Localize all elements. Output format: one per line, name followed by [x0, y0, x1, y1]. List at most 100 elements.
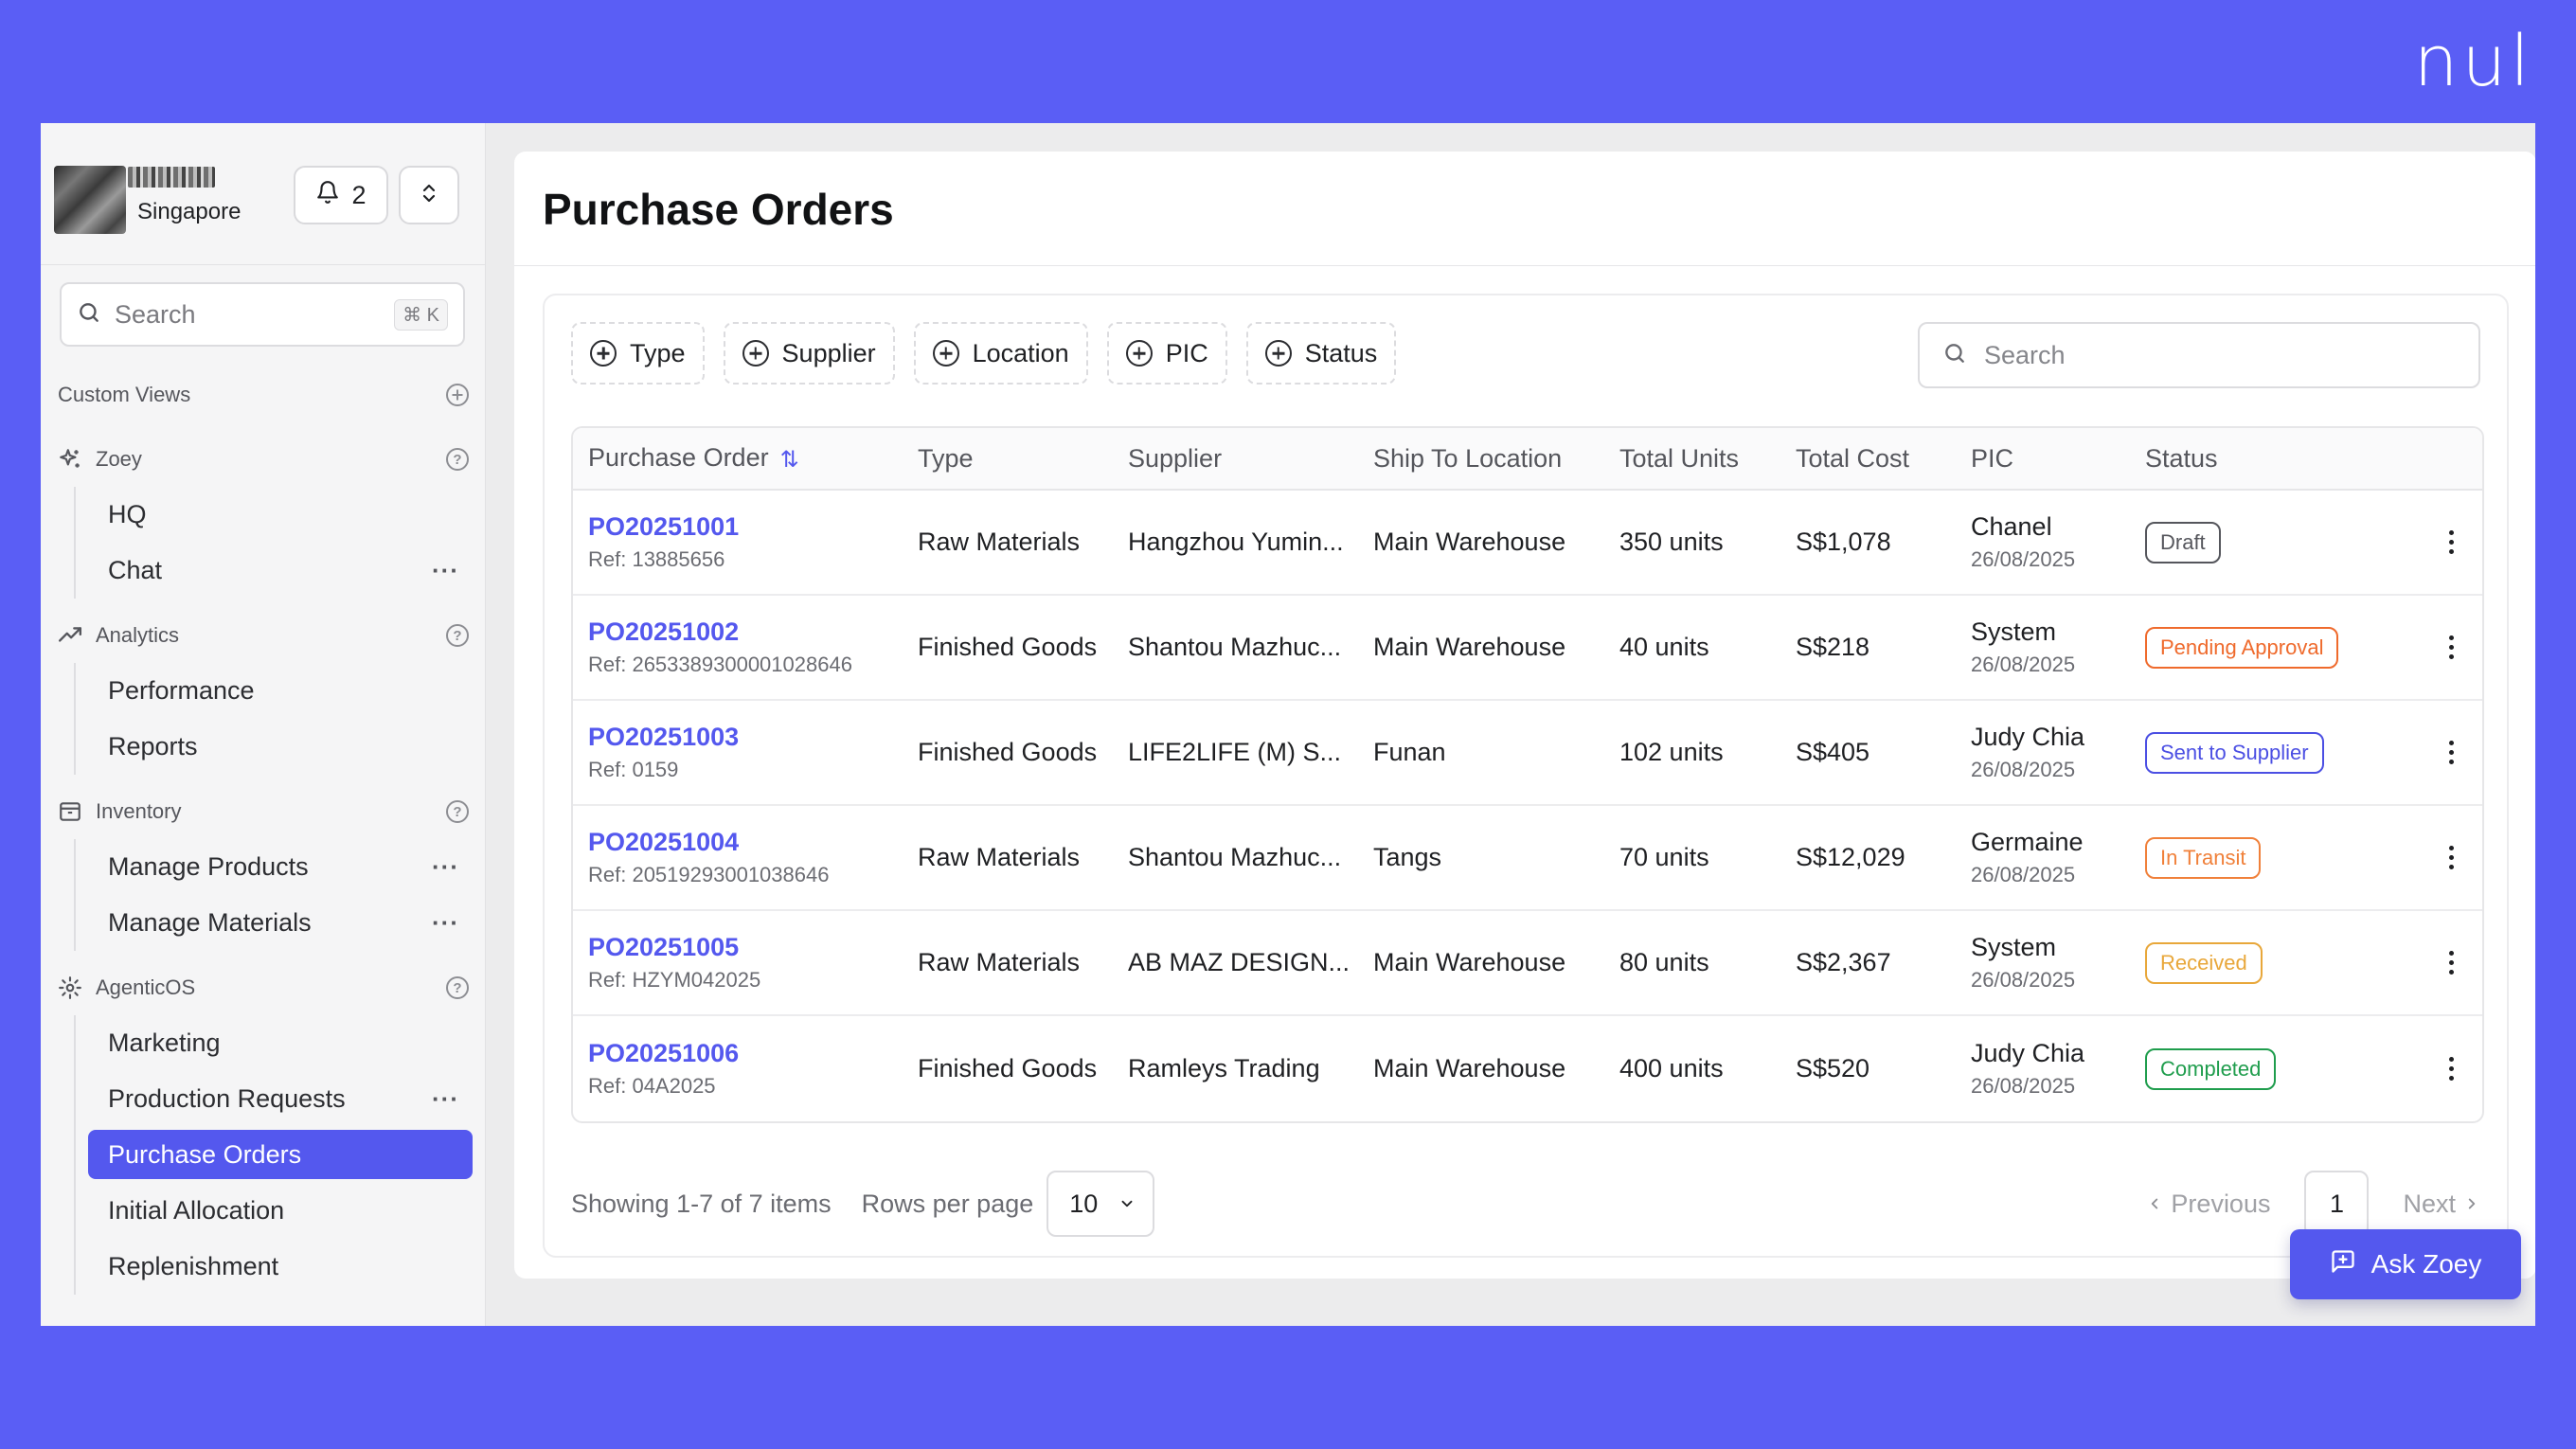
po-ref: Ref: 2653389300001028646	[588, 653, 852, 676]
ask-zoey-button[interactable]: Ask Zoey	[2290, 1229, 2521, 1299]
sidebar-item-label: Reports	[108, 732, 198, 760]
po-pic: Judy Chia	[1971, 1039, 2085, 1067]
table-row[interactable]: PO20251003 Ref: 0159 Finished Goods LIFE2…	[573, 701, 2482, 806]
previous-page-button[interactable]: Previous	[2146, 1190, 2270, 1219]
po-number-link[interactable]: PO20251004	[588, 828, 918, 857]
sort-icon[interactable]: ⇅	[780, 446, 799, 474]
sidebar-item-hq[interactable]: HQ	[76, 487, 486, 543]
more-vertical-icon[interactable]	[2448, 951, 2454, 975]
section-zoey-items: HQ Chat ···	[74, 487, 486, 599]
filter-status-button[interactable]: Status	[1245, 322, 1397, 385]
section-zoey-label: Zoey	[96, 447, 142, 471]
sidebar-item-manage-materials[interactable]: Manage Materials ···	[76, 895, 486, 951]
plus-circle-icon	[932, 340, 959, 367]
table-row[interactable]: PO20251004 Ref: 20519293001038646 Raw Mat…	[573, 806, 2482, 911]
po-pic: Germaine	[1971, 828, 2084, 856]
search-icon	[77, 300, 101, 330]
section-zoey[interactable]: Zoey ?	[41, 432, 486, 487]
sidebar-item-label: Production Requests	[108, 1084, 346, 1113]
more-horizontal-icon[interactable]: ···	[432, 1084, 459, 1114]
filter-label: Supplier	[781, 338, 876, 367]
po-number-link[interactable]: PO20251003	[588, 723, 918, 752]
more-horizontal-icon[interactable]: ···	[432, 852, 459, 882]
po-date: 26/08/2025	[1971, 1074, 2076, 1098]
table-row[interactable]: PO20251006 Ref: 04A2025 Finished Goods Ra…	[573, 1016, 2482, 1121]
column-header-purchase-order[interactable]: Purchase Order ⇅	[573, 443, 918, 473]
more-vertical-icon[interactable]	[2448, 635, 2454, 659]
po-cost: S$12,029	[1796, 843, 1905, 871]
table-search-input[interactable]: Search	[1918, 322, 2480, 388]
notification-count: 2	[351, 180, 367, 209]
purchase-orders-table: Purchase Order ⇅ Type Supplier Ship To Lo…	[571, 426, 2484, 1123]
more-vertical-icon[interactable]	[2448, 1057, 2454, 1081]
filter-location-button[interactable]: Location	[913, 322, 1088, 385]
sidebar-item-manage-products[interactable]: Manage Products ···	[76, 839, 486, 895]
help-icon[interactable]: ?	[446, 448, 469, 471]
section-agenticos[interactable]: AgenticOS ?	[41, 960, 486, 1015]
sidebar-item-marketing[interactable]: Marketing	[76, 1015, 486, 1071]
more-vertical-icon[interactable]	[2448, 741, 2454, 764]
custom-views-label: Custom Views	[58, 383, 191, 406]
sidebar-item-chat[interactable]: Chat ···	[76, 543, 486, 599]
table-header: Purchase Order ⇅ Type Supplier Ship To Lo…	[573, 428, 2482, 491]
plus-circle-icon	[1264, 340, 1292, 367]
section-analytics-items: Performance Reports	[74, 663, 486, 775]
sidebar-item-performance[interactable]: Performance	[76, 663, 486, 719]
bell-icon	[315, 179, 340, 212]
po-number-link[interactable]: PO20251005	[588, 933, 918, 962]
sidebar-item-label: Replenishment	[108, 1252, 279, 1280]
filter-type-button[interactable]: Type	[571, 322, 705, 385]
section-inventory-label: Inventory	[96, 799, 182, 823]
help-icon[interactable]: ?	[446, 800, 469, 823]
table-row[interactable]: PO20251005 Ref: HZYM042025 Raw Materials …	[573, 911, 2482, 1016]
chevron-down-icon	[1118, 1190, 1136, 1219]
sidebar-item-label: HQ	[108, 500, 147, 528]
account-switcher-button[interactable]	[399, 166, 459, 224]
po-supplier: Shantou Mazhuc...	[1128, 633, 1342, 661]
showing-count: Showing 1-7 of 7 items	[571, 1189, 832, 1218]
notifications-button[interactable]: 2	[294, 166, 388, 224]
sidebar-item-purchase-orders[interactable]: Purchase Orders	[88, 1130, 473, 1179]
plus-circle-icon	[1125, 340, 1153, 367]
section-inventory[interactable]: Inventory ?	[41, 784, 486, 839]
sidebar-search-input[interactable]: Search ⌘ K	[60, 282, 465, 347]
more-horizontal-icon[interactable]: ···	[432, 556, 459, 585]
status-badge: Draft	[2145, 521, 2221, 564]
add-view-icon[interactable]	[446, 384, 469, 406]
page-number-button[interactable]: 1	[2304, 1171, 2370, 1237]
next-page-button[interactable]: Next	[2403, 1190, 2480, 1219]
help-icon[interactable]: ?	[446, 976, 469, 999]
filter-label: Location	[972, 338, 1069, 367]
po-number-link[interactable]: PO20251006	[588, 1039, 918, 1068]
po-number-link[interactable]: PO20251002	[588, 617, 918, 647]
column-header-pic: PIC	[1971, 443, 2014, 473]
filter-pic-button[interactable]: PIC	[1106, 322, 1227, 385]
table-row[interactable]: PO20251002 Ref: 2653389300001028646 Finis…	[573, 596, 2482, 701]
custom-views-header: Custom Views	[41, 367, 486, 422]
cog-icon	[58, 975, 86, 1000]
rows-per-page-select[interactable]: 10	[1046, 1171, 1155, 1237]
more-horizontal-icon[interactable]: ···	[432, 908, 459, 938]
po-pic: System	[1971, 933, 2057, 961]
account-avatar[interactable]	[54, 166, 126, 234]
main-content: Purchase Orders Type Supplier Location P…	[514, 152, 2535, 1279]
po-number-link[interactable]: PO20251001	[588, 512, 918, 542]
po-units: 350 units	[1619, 528, 1724, 556]
po-location: Tangs	[1373, 843, 1442, 871]
help-icon[interactable]: ?	[446, 624, 469, 647]
po-pic: Chanel	[1971, 512, 2052, 541]
sidebar-item-replenishment[interactable]: Replenishment	[76, 1239, 486, 1295]
section-analytics-label: Analytics	[96, 623, 180, 647]
sidebar-item-production-requests[interactable]: Production Requests ···	[76, 1071, 486, 1127]
column-header-supplier: Supplier	[1128, 443, 1223, 473]
more-vertical-icon[interactable]	[2448, 530, 2454, 554]
rows-per-page-label: Rows per page	[861, 1189, 1034, 1218]
filter-supplier-button[interactable]: Supplier	[723, 322, 895, 385]
table-row[interactable]: PO20251001 Ref: 13885656 Raw Materials Ha…	[573, 491, 2482, 596]
more-vertical-icon[interactable]	[2448, 846, 2454, 869]
chevrons-up-down-icon	[418, 179, 440, 212]
sidebar-item-reports[interactable]: Reports	[76, 719, 486, 775]
section-analytics[interactable]: Analytics ?	[41, 608, 486, 663]
message-square-plus-icon	[2330, 1248, 2356, 1281]
sidebar-item-initial-allocation[interactable]: Initial Allocation	[76, 1183, 486, 1239]
